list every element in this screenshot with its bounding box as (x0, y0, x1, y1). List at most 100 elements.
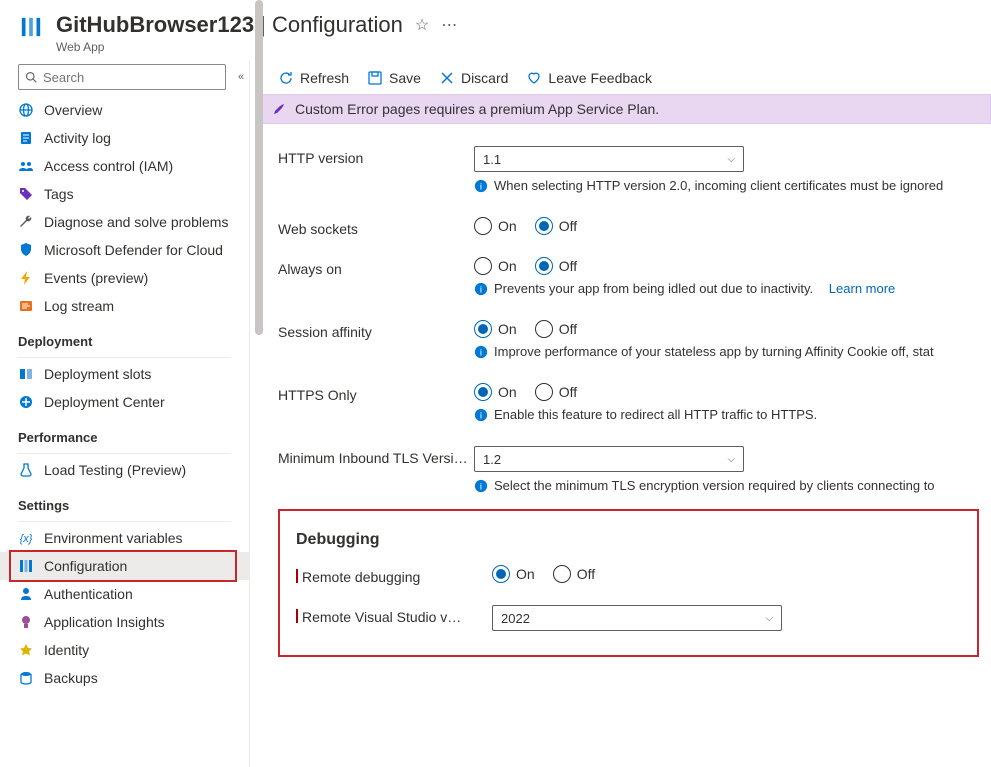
sidebar-item-environment-variables[interactable]: {x} Environment variables (0, 524, 249, 552)
sidebar-item-label: Access control (IAM) (44, 158, 173, 174)
radio-web-sockets-off[interactable]: Off (535, 217, 577, 235)
sidebar-item-application-insights[interactable]: Application Insights (0, 608, 249, 636)
sidebar-item-log-stream[interactable]: Log stream (0, 292, 249, 320)
globe-icon (18, 102, 34, 118)
wrench-icon (18, 214, 34, 230)
tutorial-highlight-debugging: Debugging Remote debugging On Off Remote… (278, 509, 979, 657)
select-min-tls[interactable]: 1.2⌵ (474, 446, 744, 472)
sidebar-item-label: Microsoft Defender for Cloud (44, 242, 223, 258)
sidebar-item-label: Log stream (44, 298, 114, 314)
label-min-tls: Minimum Inbound TLS Versi… (278, 446, 474, 466)
radio-remote-debugging: On Off (492, 565, 961, 583)
collapse-sidebar-icon[interactable]: « (234, 67, 248, 87)
sidebar-item-backups[interactable]: Backups (0, 664, 249, 692)
row-always-on: Always on On Off iPrevents your app from… (278, 243, 991, 302)
sidebar-item-overview[interactable]: Overview (0, 96, 249, 124)
page-title: GitHubBrowser123 | Configuration (56, 12, 403, 38)
sidebar-nav: OverviewActivity log Access control (IAM)… (0, 96, 249, 767)
label-http-version: HTTP version (278, 146, 474, 166)
sidebar-item-access-control-iam-[interactable]: Access control (IAM) (0, 152, 249, 180)
radio-session-affinity: On Off (474, 320, 991, 338)
sidebar-item-deployment-center[interactable]: Deployment Center (0, 388, 249, 416)
sidebar-item-events-preview-[interactable]: Events (preview) (0, 264, 249, 292)
sidebar-item-label: Authentication (44, 586, 133, 602)
config-icon (18, 558, 34, 574)
radio-always-on-on[interactable]: On (474, 257, 517, 275)
sidebar-item-label: Backups (44, 670, 98, 686)
sidebar-item-activity-log[interactable]: Activity log (0, 124, 249, 152)
sidebar-item-label: Deployment Center (44, 394, 165, 410)
save-icon (367, 70, 383, 86)
label-web-sockets: Web sockets (278, 217, 474, 237)
row-vs-version: Remote Visual Studio v… 2022⌵ (296, 591, 961, 637)
favorite-star-icon[interactable]: ☆ (415, 15, 429, 35)
hint-always-on: iPrevents your app from being idled out … (474, 275, 991, 296)
svg-text:{x}: {x} (20, 533, 33, 545)
sidebar-item-microsoft-defender-for-cloud[interactable]: Microsoft Defender for Cloud (0, 236, 249, 264)
nav-group-performance: Performance (0, 416, 249, 449)
save-button[interactable]: Save (367, 70, 421, 86)
nav-group-deployment: Deployment (0, 320, 249, 353)
chevron-down-icon: ⌵ (765, 613, 773, 624)
backup-icon (18, 670, 34, 686)
identity-icon (18, 642, 34, 658)
sidebar-item-configuration[interactable]: Configuration (0, 552, 249, 580)
hint-http-version: iWhen selecting HTTP version 2.0, incomi… (474, 172, 991, 193)
sidebar-item-label: Load Testing (Preview) (44, 462, 186, 478)
refresh-button[interactable]: Refresh (278, 70, 349, 86)
svg-text:i: i (480, 410, 482, 421)
sidebar-item-diagnose-and-solve-problems[interactable]: Diagnose and solve problems (0, 208, 249, 236)
rocket-icon (271, 101, 287, 117)
discard-button[interactable]: Discard (439, 70, 508, 86)
select-vs-version[interactable]: 2022⌵ (492, 605, 782, 631)
slots-icon (18, 366, 34, 382)
radio-https-only-off[interactable]: Off (535, 383, 577, 401)
info-icon: i (474, 179, 488, 193)
sidebar-item-label: Identity (44, 642, 89, 658)
radio-https-only: On Off (474, 383, 991, 401)
sidebar-item-label: Environment variables (44, 530, 183, 546)
heart-icon (526, 70, 542, 86)
feedback-button[interactable]: Leave Feedback (526, 70, 652, 86)
radio-https-only-on[interactable]: On (474, 383, 517, 401)
hint-https-only: iEnable this feature to redirect all HTT… (474, 401, 991, 422)
sidebar-item-tags[interactable]: Tags (0, 180, 249, 208)
select-http-version[interactable]: 1.1⌵ (474, 146, 744, 172)
sidebar-item-authentication[interactable]: Authentication (0, 580, 249, 608)
deploy-icon (18, 394, 34, 410)
label-vs-version: Remote Visual Studio v… (296, 605, 492, 625)
section-debugging: Debugging (296, 521, 961, 555)
svg-text:i: i (480, 284, 482, 295)
sidebar-item-label: Application Insights (44, 614, 165, 630)
radio-session-affinity-off[interactable]: Off (535, 320, 577, 338)
info-icon: i (474, 479, 488, 493)
radio-session-affinity-on[interactable]: On (474, 320, 517, 338)
scrollbar[interactable] (255, 0, 263, 335)
sidebar-item-label: Deployment slots (44, 366, 151, 382)
sidebar-item-identity[interactable]: Identity (0, 636, 249, 664)
row-session-affinity: Session affinity On Off iImprove perform… (278, 302, 991, 365)
sidebar-item-load-testing-preview-[interactable]: Load Testing (Preview) (0, 456, 249, 484)
refresh-icon (278, 70, 294, 86)
premium-banner: Custom Error pages requires a premium Ap… (258, 94, 991, 124)
bolt-icon (18, 270, 34, 286)
svg-text:i: i (480, 181, 482, 192)
radio-remote-debugging-off[interactable]: Off (553, 565, 595, 583)
page-name: Configuration (272, 12, 403, 37)
link-learn-more[interactable]: Learn more (829, 281, 895, 296)
info-icon: i (474, 345, 488, 359)
search-icon (25, 71, 37, 83)
info-icon: i (474, 282, 488, 296)
more-menu-icon[interactable]: ⋯ (441, 15, 457, 35)
radio-always-on: On Off (474, 257, 991, 275)
insights-icon (18, 614, 34, 630)
shield-icon (18, 242, 34, 258)
label-always-on: Always on (278, 257, 474, 277)
radio-always-on-off[interactable]: Off (535, 257, 577, 275)
radio-web-sockets-on[interactable]: On (474, 217, 517, 235)
search-input[interactable] (43, 70, 219, 85)
sidebar-item-label: Tags (44, 186, 74, 202)
sidebar-item-deployment-slots[interactable]: Deployment slots (0, 360, 249, 388)
sidebar-search[interactable] (18, 64, 226, 90)
radio-remote-debugging-on[interactable]: On (492, 565, 535, 583)
